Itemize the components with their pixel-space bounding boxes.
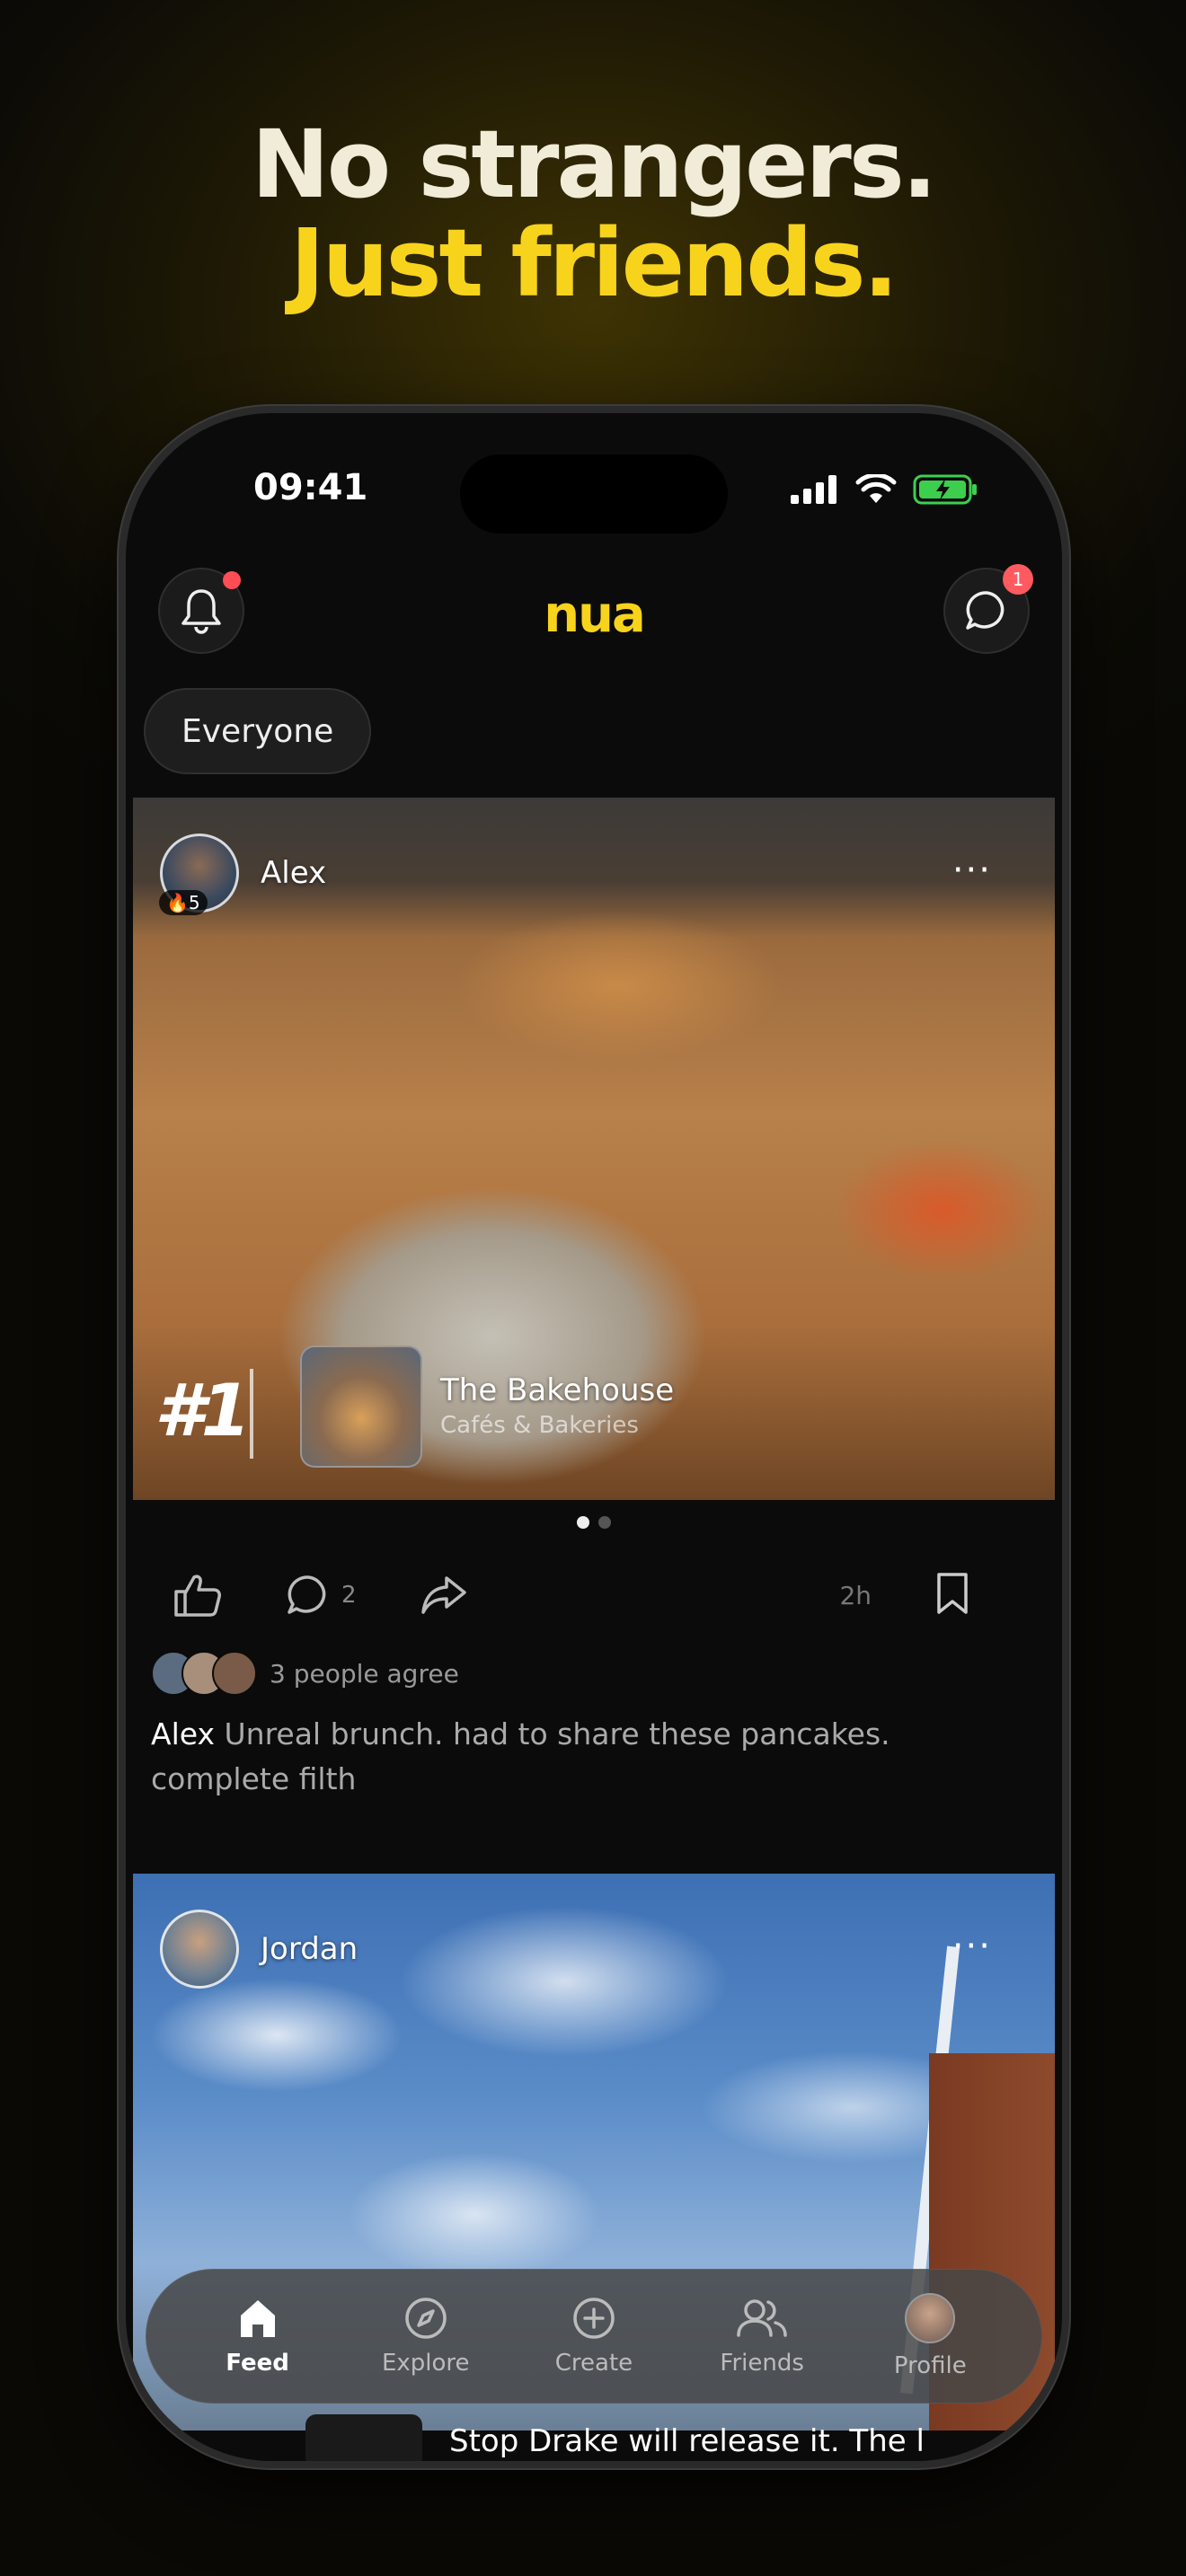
place-thumbnail[interactable] [305, 2414, 422, 2461]
place-thumbnail[interactable] [300, 1345, 422, 1468]
thumbs-up-icon [174, 1575, 221, 1617]
agree-avatars [151, 1651, 257, 1696]
post-author[interactable]: 🔥5 Alex [159, 834, 326, 915]
tab-profile[interactable]: Profile [863, 2293, 997, 2379]
place-name[interactable]: The Bakehouse [440, 1372, 674, 1408]
tab-label: Profile [893, 2352, 967, 2379]
place-name: Stop Drake will release it. The l [449, 2423, 925, 2459]
post-caption: Alex Unreal brunch. had to share these p… [151, 1712, 1008, 1802]
carousel-dots [126, 1516, 1062, 1529]
share-arrow-icon [420, 1576, 466, 1614]
bookmark-button[interactable] [934, 1571, 970, 1619]
avatar[interactable]: 🔥5 [159, 834, 239, 915]
friends-icon [737, 2299, 787, 2337]
author-name[interactable]: Alex [261, 855, 326, 891]
tab-feed[interactable]: Feed [190, 2296, 325, 2377]
battery-charging-icon [913, 474, 977, 505]
comment-icon [288, 1575, 326, 1614]
status-icons [791, 474, 979, 505]
home-icon [240, 2300, 275, 2337]
comments-button[interactable]: 2 [286, 1573, 357, 1618]
compass-icon [405, 2298, 447, 2339]
avatar[interactable] [160, 1910, 239, 1989]
author-name[interactable]: Jordan [261, 1931, 358, 1967]
wifi-icon [855, 474, 897, 503]
avatar [212, 1651, 257, 1696]
more-options-icon[interactable]: ··· [952, 850, 992, 891]
agree-summary[interactable]: 3 people agree [151, 1651, 459, 1696]
tab-label: Friends [720, 2350, 804, 2377]
dynamic-island [460, 454, 728, 534]
caption-author[interactable]: Alex [151, 1716, 215, 1751]
headline-line-1: No strangers. [251, 110, 938, 219]
post-actions: 2 2h [173, 1559, 1015, 1631]
like-button[interactable] [173, 1572, 223, 1619]
profile-avatar [905, 2293, 956, 2343]
messages-badge: 1 [1003, 564, 1033, 595]
tab-label: Create [554, 2350, 633, 2377]
tab-friends[interactable]: Friends [695, 2296, 829, 2377]
place-category: Cafés & Bakeries [440, 1412, 639, 1439]
tab-label: Explore [381, 2350, 470, 2377]
share-button[interactable] [420, 1575, 468, 1616]
carousel-dot [598, 1516, 611, 1529]
rank-divider [250, 1369, 253, 1459]
tab-explore[interactable]: Explore [358, 2296, 493, 2377]
tab-create[interactable]: Create [527, 2296, 661, 2377]
headline-line-2: Just friends. [289, 208, 898, 318]
post-time: 2h [839, 1580, 872, 1610]
more-options-icon[interactable]: ··· [952, 1926, 992, 1967]
audience-filter[interactable]: Everyone [144, 688, 372, 774]
cellular-signal-icon [791, 475, 836, 504]
comments-count: 2 [341, 1582, 357, 1609]
app-logo: nua [544, 586, 646, 644]
chat-bubble-icon [966, 591, 1005, 630]
tab-bar: Feed Explore Create Friends Profile [146, 2269, 1042, 2404]
carousel-dot-active [577, 1516, 589, 1529]
bookmark-icon [937, 1573, 968, 1614]
status-time: 09:41 [253, 467, 368, 508]
post-photo[interactable]: 🔥5 Alex ··· #1 The Bakehouse Cafés & Bak… [133, 798, 1055, 1500]
streak-badge: 🔥5 [159, 890, 208, 915]
caption-text: Unreal brunch. had to share these pancak… [151, 1716, 890, 1796]
plus-circle-icon [573, 2298, 615, 2339]
marketing-headline: No strangers. Just friends. [0, 115, 1186, 313]
post-author[interactable]: Jordan [160, 1910, 358, 1989]
agree-text: 3 people agree [270, 1658, 459, 1689]
rank-label: #1 [155, 1369, 251, 1452]
app-screen: 09:41 nua 1 Everyone 🔥5 Alex ··· #1 The … [126, 413, 1062, 2461]
phone-frame: 09:41 nua 1 Everyone 🔥5 Alex ··· #1 The … [119, 406, 1069, 2468]
tab-label: Feed [226, 2350, 289, 2377]
messages-button[interactable]: 1 [943, 564, 1033, 654]
